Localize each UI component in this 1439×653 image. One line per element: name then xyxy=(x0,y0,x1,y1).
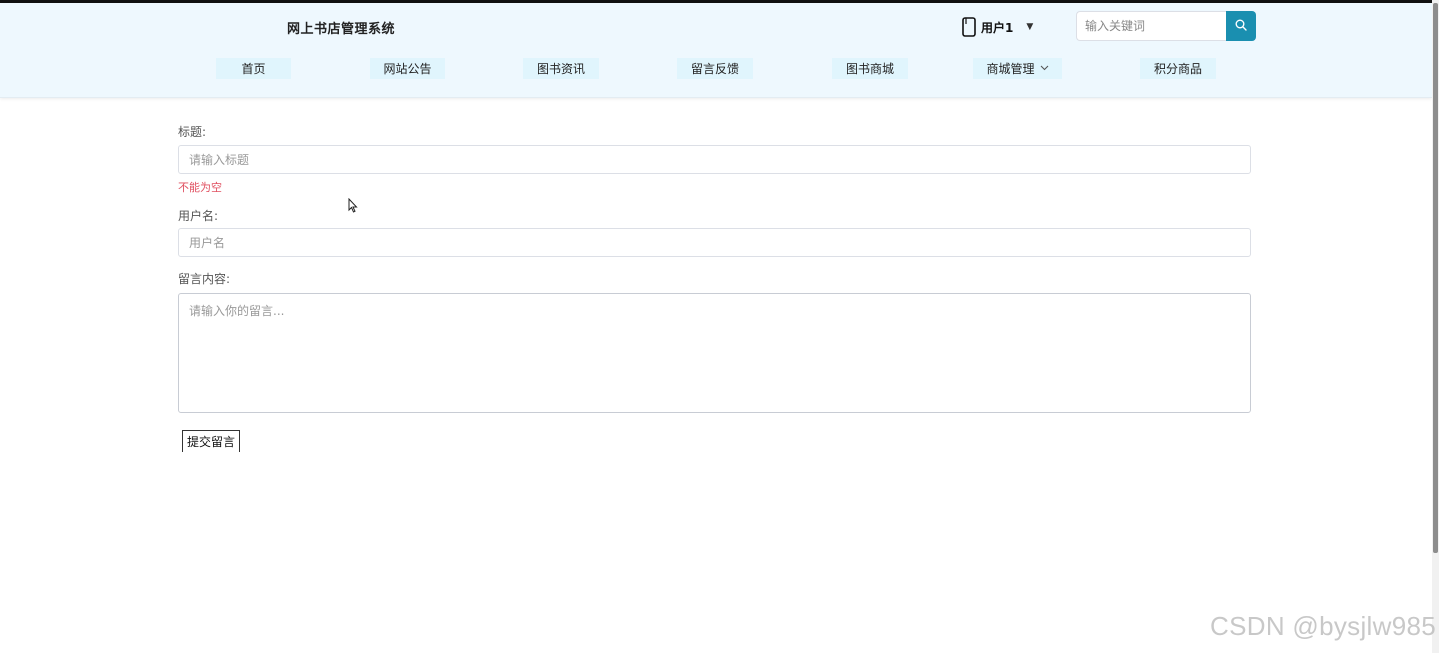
user-menu[interactable]: 用户1 ▼ xyxy=(962,16,1033,38)
nav-item-label: 留言反馈 xyxy=(690,62,739,76)
user-name: 用户1 xyxy=(981,20,1014,35)
search-button[interactable] xyxy=(1226,11,1256,41)
nav-item-label: 商城管理 xyxy=(986,62,1035,76)
search-input[interactable] xyxy=(1076,11,1226,41)
scrollbar-thumb[interactable] xyxy=(1433,3,1438,553)
nav-item-points-products[interactable]: 积分商品 xyxy=(1140,58,1216,79)
nav-item-mall-management[interactable]: 商城管理 xyxy=(973,58,1062,79)
user-icon xyxy=(962,17,976,37)
title-input[interactable] xyxy=(178,145,1251,174)
nav-item-label: 积分商品 xyxy=(1153,62,1202,76)
page: 网上书店管理系统 用户1 ▼ 输入关键词 首页 网站公告 图书资讯 留言反馈 图… xyxy=(0,0,1439,653)
nav-item-announcements[interactable]: 网站公告 xyxy=(370,58,445,79)
content-textarea[interactable] xyxy=(178,293,1251,413)
username-label: 用户名: xyxy=(178,209,219,223)
chevron-down-icon xyxy=(1040,64,1049,74)
site-header: 网上书店管理系统 用户1 ▼ 输入关键词 首页 网站公告 图书资讯 留言反馈 图… xyxy=(0,3,1432,98)
search-icon xyxy=(1235,19,1247,34)
page-scrollbar[interactable] xyxy=(1432,0,1439,653)
mouse-cursor-icon xyxy=(348,197,358,214)
caret-down-icon: ▼ xyxy=(1026,22,1034,32)
nav-item-book-news[interactable]: 图书资讯 xyxy=(523,58,599,79)
title-label: 标题: xyxy=(178,125,207,139)
main-nav: 首页 网站公告 图书资讯 留言反馈 图书商城 商城管理 积分商品 xyxy=(0,58,1432,80)
nav-item-label: 网站公告 xyxy=(383,62,432,76)
nav-item-book-mall[interactable]: 图书商城 xyxy=(832,58,908,79)
title-error-message: 不能为空 xyxy=(178,181,222,194)
nav-item-label: 图书商城 xyxy=(845,62,894,76)
submit-feedback-button[interactable]: 提交留言 xyxy=(182,430,241,452)
nav-item-label: 图书资讯 xyxy=(536,62,585,76)
nav-item-label: 首页 xyxy=(241,62,266,76)
content-label: 留言内容: xyxy=(178,272,231,286)
watermark: CSDN @bysjlw985 xyxy=(1210,611,1436,641)
nav-item-home[interactable]: 首页 xyxy=(216,58,291,79)
nav-item-feedback[interactable]: 留言反馈 xyxy=(677,58,753,79)
username-input[interactable] xyxy=(178,228,1251,257)
site-title: 网上书店管理系统 xyxy=(287,22,396,37)
search-box xyxy=(1076,11,1256,41)
